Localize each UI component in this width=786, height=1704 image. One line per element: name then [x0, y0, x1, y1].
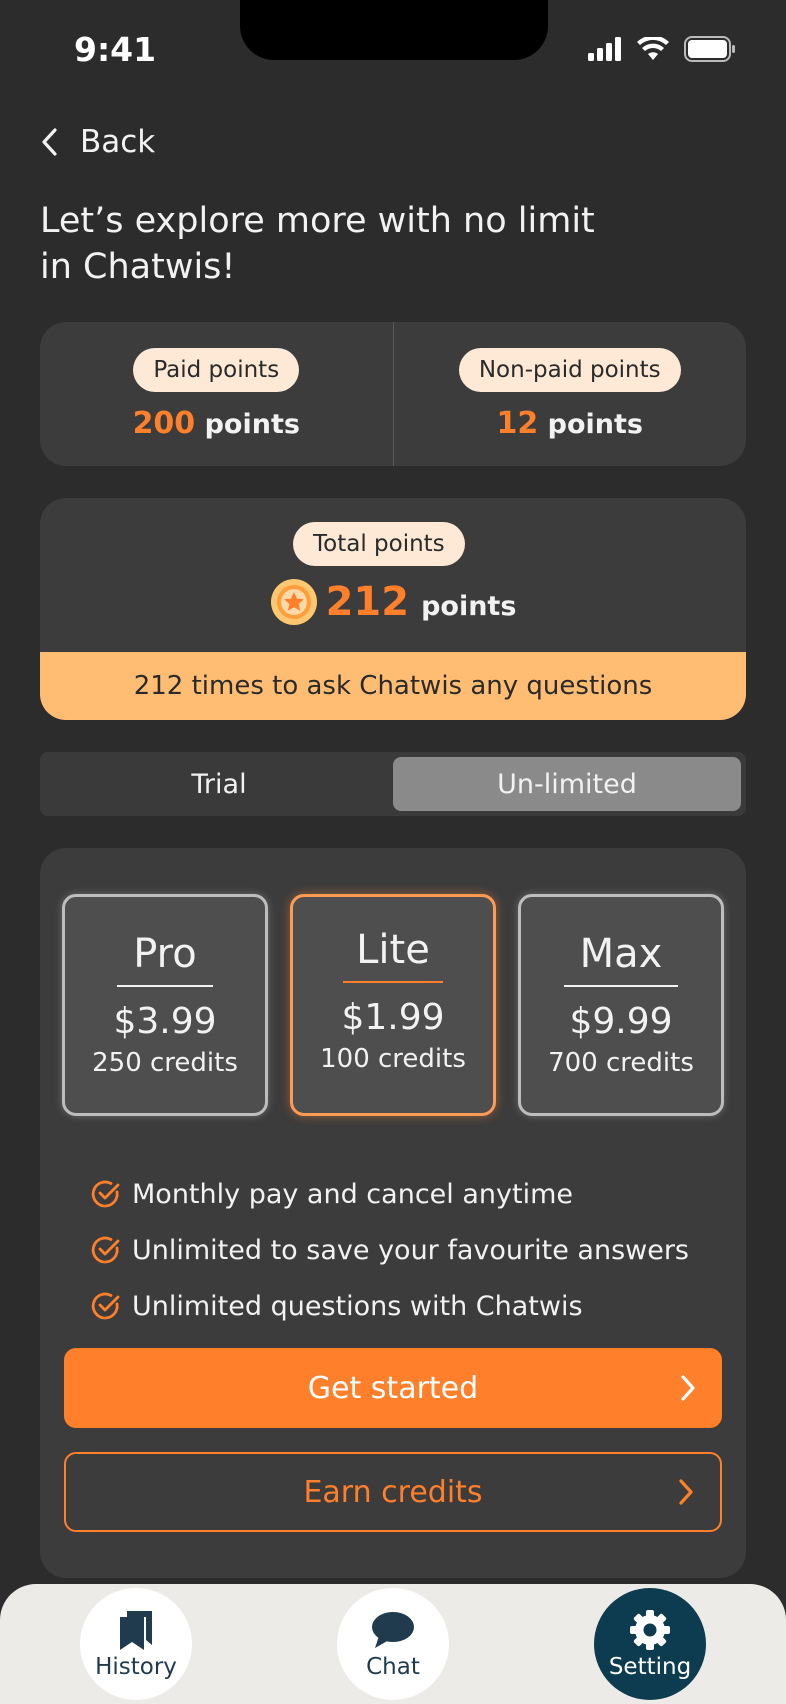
paid-points-value: 200 points: [133, 406, 300, 441]
tab-label: Setting: [608, 1654, 692, 1680]
plans-panel: Pro $3.99 250 credits Lite $1.99 100 cre…: [40, 848, 746, 1578]
check-circle-icon: [91, 1180, 120, 1208]
plan-card-lite[interactable]: Lite $1.99 100 credits: [290, 894, 496, 1116]
total-points-number: 212: [325, 579, 410, 625]
paid-points-number: 200: [132, 405, 196, 441]
chevron-left-icon: [42, 128, 57, 156]
tab-label: Chat: [366, 1654, 420, 1680]
status-icons: [588, 36, 736, 62]
non-paid-points-badge: Non-paid points: [458, 347, 681, 392]
chevron-right-icon: [681, 1375, 695, 1401]
gear-icon: [629, 1608, 671, 1652]
plan-price: $9.99: [569, 1001, 673, 1042]
tab-label: History: [95, 1654, 177, 1680]
paid-points-unit: points: [204, 408, 300, 440]
page-title: Let’s explore more with no limit in Chat…: [40, 198, 600, 290]
paid-points: Paid points 200 points: [40, 322, 393, 466]
plan-card-pro[interactable]: Pro $3.99 250 credits: [62, 894, 268, 1116]
plan-card-max[interactable]: Max $9.99 700 credits: [518, 894, 724, 1116]
tab-setting[interactable]: Setting: [594, 1588, 706, 1700]
non-paid-points-value: 12 points: [497, 406, 644, 441]
earn-credits-label: Earn credits: [303, 1474, 483, 1510]
paid-points-badge: Paid points: [133, 347, 300, 392]
device-notch: [240, 0, 548, 60]
page-title-line-1: Let’s explore more with no limit: [40, 201, 595, 241]
feature-text: Unlimited questions with Chatwis: [132, 1290, 583, 1322]
tab-history[interactable]: History: [80, 1588, 192, 1700]
plan-price: $3.99: [113, 1001, 217, 1042]
plan-credits: 100 credits: [320, 1044, 466, 1074]
get-started-button[interactable]: Get started: [64, 1348, 722, 1428]
plan-credits: 700 credits: [548, 1048, 694, 1078]
back-label: Back: [80, 124, 156, 160]
plan-divider: [117, 985, 213, 987]
star-coin-icon: [270, 579, 317, 625]
page-title-line-2: in Chatwis!: [40, 247, 236, 287]
plan-type-toggle: Trial Un-limited: [40, 752, 746, 816]
plan-price: $1.99: [341, 997, 445, 1038]
tab-chat[interactable]: Chat: [337, 1588, 449, 1700]
bottom-tab-bar: History Chat Setting: [0, 1584, 786, 1704]
plan-divider: [343, 981, 443, 983]
total-points-card: Total points 212 points 212 times to ask…: [40, 498, 746, 720]
feature-text: Unlimited to save your favourite answers: [132, 1234, 689, 1266]
check-circle-icon: [91, 1236, 120, 1264]
wifi-icon: [637, 37, 669, 60]
chevron-right-icon: [679, 1479, 693, 1505]
status-bar: 9:41: [0, 0, 786, 100]
plan-credits: 250 credits: [92, 1048, 238, 1078]
points-summary-card: Paid points 200 points Non-paid points 1…: [40, 322, 746, 466]
plan-name: Pro: [133, 931, 197, 977]
battery-icon: [684, 36, 735, 62]
feature-item: Unlimited to save your favourite answers: [90, 1222, 689, 1278]
back-button[interactable]: Back: [40, 124, 155, 160]
tab-trial[interactable]: Trial: [45, 757, 393, 811]
check-circle-icon: [91, 1292, 120, 1320]
signal-icon: [588, 37, 621, 61]
tab-unlimited[interactable]: Un-limited: [393, 757, 741, 811]
non-paid-points-unit: points: [547, 408, 643, 440]
bookmarks-icon: [116, 1608, 156, 1652]
chat-bubble-icon: [371, 1608, 415, 1652]
feature-item: Unlimited questions with Chatwis: [90, 1278, 689, 1334]
plan-divider: [564, 985, 678, 987]
feature-text: Monthly pay and cancel anytime: [132, 1178, 573, 1210]
non-paid-points: Non-paid points 12 points: [394, 322, 747, 466]
total-points-unit: points: [421, 590, 517, 622]
total-points-value: 212 points: [40, 578, 746, 626]
questions-banner: 212 times to ask Chatwis any questions: [40, 652, 746, 720]
feature-list: Monthly pay and cancel anytime Unlimited…: [90, 1166, 689, 1334]
plan-name: Max: [579, 931, 663, 977]
status-time: 9:41: [74, 30, 157, 69]
feature-item: Monthly pay and cancel anytime: [90, 1166, 689, 1222]
get-started-label: Get started: [307, 1370, 479, 1406]
earn-credits-button[interactable]: Earn credits: [64, 1452, 722, 1532]
plan-name: Lite: [356, 927, 430, 973]
non-paid-points-number: 12: [496, 405, 539, 441]
total-points-badge: Total points: [293, 522, 465, 566]
